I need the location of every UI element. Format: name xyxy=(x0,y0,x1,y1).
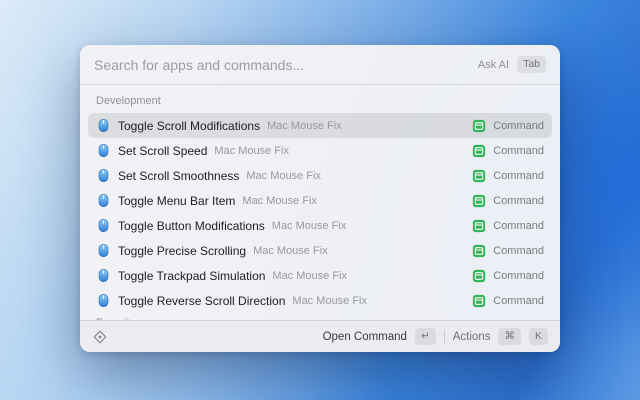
command-item[interactable]: Toggle Trackpad Simulation Mac Mouse Fix… xyxy=(88,263,552,288)
command-type-icon xyxy=(472,269,486,283)
command-title: Set Scroll Speed xyxy=(118,144,207,158)
section-header-development: Development xyxy=(88,91,552,113)
command-item[interactable]: Toggle Menu Bar Item Mac Mouse Fix Comma… xyxy=(88,188,552,213)
command-type-icon xyxy=(472,119,486,133)
tab-key-badge: Tab xyxy=(517,56,546,73)
launcher-window: Ask AI Tab Development Toggle Scroll Mod… xyxy=(80,45,560,352)
command-type-label: Command xyxy=(493,270,544,282)
mac-mouse-fix-app-icon xyxy=(96,293,111,308)
mac-mouse-fix-app-icon xyxy=(96,218,111,233)
command-item[interactable]: Toggle Scroll Modifications Mac Mouse Fi… xyxy=(88,113,552,138)
k-key-badge: K xyxy=(529,328,548,345)
search-bar: Ask AI Tab xyxy=(80,45,560,85)
mac-mouse-fix-app-icon xyxy=(96,118,111,133)
command-type-label: Command xyxy=(493,220,544,232)
mac-mouse-fix-app-icon xyxy=(96,193,111,208)
command-item[interactable]: Toggle Reverse Scroll Direction Mac Mous… xyxy=(88,288,552,313)
command-title: Toggle Trackpad Simulation xyxy=(118,269,265,283)
command-item[interactable]: Set Scroll Speed Mac Mouse Fix Command xyxy=(88,138,552,163)
action-bar: Open Command ↵ Actions ⌘ K xyxy=(80,320,560,352)
command-subtitle: Mac Mouse Fix xyxy=(242,195,317,207)
command-type-icon xyxy=(472,294,486,308)
enter-key-badge: ↵ xyxy=(415,328,436,345)
command-subtitle: Mac Mouse Fix xyxy=(272,270,347,282)
raycast-logo-icon xyxy=(92,329,108,345)
command-title: Toggle Reverse Scroll Direction xyxy=(118,294,285,308)
command-item[interactable]: Toggle Precise Scrolling Mac Mouse Fix C… xyxy=(88,238,552,263)
command-subtitle: Mac Mouse Fix xyxy=(246,170,321,182)
command-type-label: Command xyxy=(493,170,544,182)
results-list: Development Toggle Scroll Modifications … xyxy=(80,85,560,320)
command-title: Set Scroll Smoothness xyxy=(118,169,239,183)
command-type-icon xyxy=(472,144,486,158)
command-subtitle: Mac Mouse Fix xyxy=(272,220,347,232)
footer-divider xyxy=(444,330,445,344)
search-input[interactable] xyxy=(94,57,470,73)
command-item[interactable]: Set Scroll Smoothness Mac Mouse Fix Comm… xyxy=(88,163,552,188)
command-type-icon xyxy=(472,244,486,258)
open-command-button[interactable]: Open Command xyxy=(323,331,407,343)
command-title: Toggle Menu Bar Item xyxy=(118,194,235,208)
command-type-icon xyxy=(472,194,486,208)
section-header-favorites: Favorites xyxy=(88,313,552,320)
command-type-icon xyxy=(472,169,486,183)
mac-mouse-fix-app-icon xyxy=(96,268,111,283)
command-subtitle: Mac Mouse Fix xyxy=(253,245,328,257)
cmd-key-badge: ⌘ xyxy=(498,328,521,345)
mac-mouse-fix-app-icon xyxy=(96,243,111,258)
command-item[interactable]: Toggle Button Modifications Mac Mouse Fi… xyxy=(88,213,552,238)
command-subtitle: Mac Mouse Fix xyxy=(214,145,289,157)
command-subtitle: Mac Mouse Fix xyxy=(267,120,342,132)
actions-button[interactable]: Actions xyxy=(453,331,491,343)
command-type-label: Command xyxy=(493,120,544,132)
command-type-label: Command xyxy=(493,295,544,307)
desktop-wallpaper: Ask AI Tab Development Toggle Scroll Mod… xyxy=(0,0,640,400)
command-type-label: Command xyxy=(493,195,544,207)
command-title: Toggle Button Modifications xyxy=(118,219,265,233)
command-title: Toggle Scroll Modifications xyxy=(118,119,260,133)
command-type-label: Command xyxy=(493,145,544,157)
mac-mouse-fix-app-icon xyxy=(96,143,111,158)
command-type-icon xyxy=(472,219,486,233)
ask-ai-label[interactable]: Ask AI xyxy=(478,59,509,71)
command-subtitle: Mac Mouse Fix xyxy=(292,295,367,307)
mac-mouse-fix-app-icon xyxy=(96,168,111,183)
command-title: Toggle Precise Scrolling xyxy=(118,244,246,258)
command-type-label: Command xyxy=(493,245,544,257)
